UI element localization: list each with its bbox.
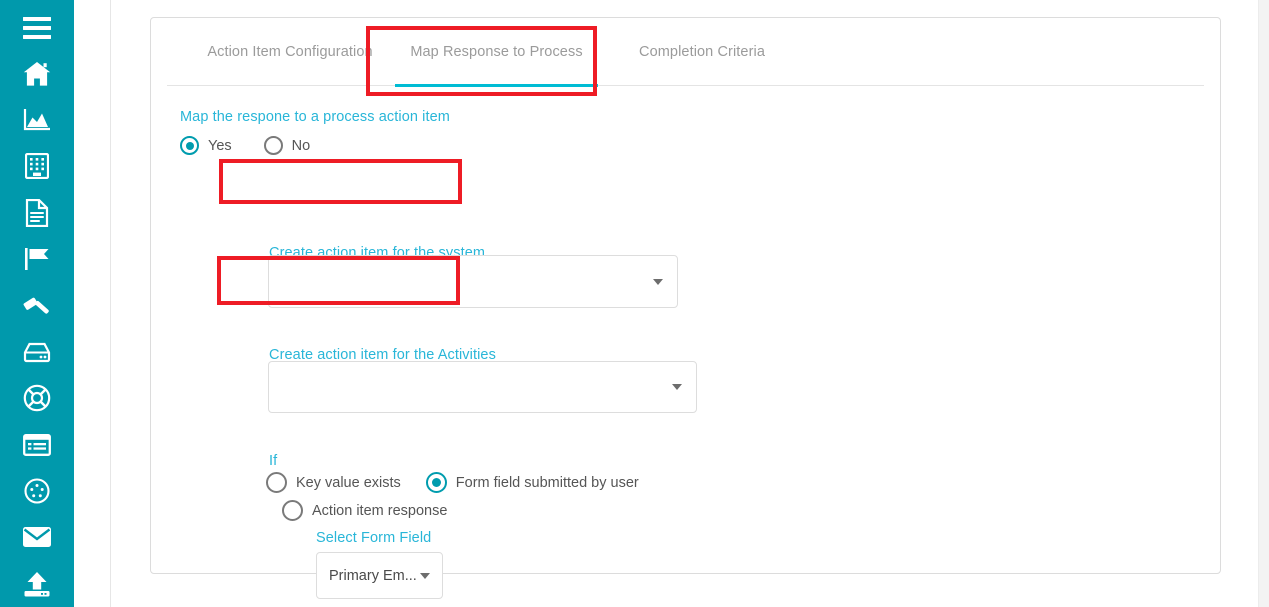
sidebar-item-home[interactable] <box>0 50 74 96</box>
home-icon <box>23 61 51 87</box>
list-panel-icon <box>23 433 51 456</box>
sidebar-item-navigator[interactable] <box>0 468 74 514</box>
tab-label: Map Response to Process <box>410 44 583 60</box>
radio-indicator-form-field-submitted-by-user <box>425 472 447 493</box>
condition-radio-group-row-2: Action item response <box>282 500 447 521</box>
chevron-down-icon <box>672 384 682 390</box>
radio-label-action-item-response: Action item response <box>312 502 448 519</box>
label-if: If <box>269 453 278 469</box>
compass-icon <box>24 478 50 504</box>
sidebar-item-flags[interactable] <box>0 236 74 282</box>
radio-indicator-no <box>263 136 283 155</box>
tab-label: Action Item Configuration <box>207 44 373 60</box>
radio-label-yes: Yes <box>208 137 232 154</box>
tab-completion-criteria[interactable]: Completion Criteria <box>612 18 792 86</box>
main-content: Action Item Configuration Map Response t… <box>111 0 1269 607</box>
radio-indicator-key-value-exists <box>266 472 287 493</box>
upload-icon <box>23 571 51 597</box>
select-action-item-for-the-activities[interactable] <box>268 361 697 413</box>
vertical-scrollbar[interactable] <box>1258 0 1269 607</box>
sidebar-item-lists[interactable] <box>0 421 74 467</box>
sidebar-item-analytics[interactable] <box>0 97 74 143</box>
settings-card: Action Item Configuration Map Response t… <box>150 17 1221 599</box>
radio-indicator-yes <box>180 136 199 155</box>
radio-label-key-value-exists: Key value exists <box>296 474 401 491</box>
app-root: Action Item Configuration Map Response t… <box>0 0 1269 607</box>
flag-icon <box>23 246 51 272</box>
condition-radio-group-row-1: Key value exists Form field submitted by… <box>266 472 639 493</box>
tab-label: Completion Criteria <box>639 44 765 60</box>
radio-option-form-field-submitted-by-user[interactable]: Form field submitted by user <box>425 472 639 493</box>
chevron-down-icon <box>653 278 663 285</box>
sidebar-item-support[interactable] <box>0 375 74 421</box>
sidebar-item-documents[interactable] <box>0 190 74 236</box>
sidebar <box>0 0 74 607</box>
sidebar-item-organization[interactable] <box>0 143 74 189</box>
tab-map-response-to-process[interactable]: Map Response to Process <box>389 18 604 87</box>
tab-action-item-configuration[interactable]: Action Item Configuration <box>179 18 401 86</box>
radio-label-no: No <box>291 137 311 154</box>
envelope-icon <box>22 526 52 548</box>
server-icon <box>23 341 51 363</box>
gavel-icon <box>23 293 51 319</box>
chart-area-icon <box>23 108 51 132</box>
sidebar-item-assets[interactable] <box>0 329 74 375</box>
radio-option-yes[interactable]: Yes <box>180 136 232 155</box>
radio-label-form-field-submitted-by-user: Form field submitted by user <box>455 474 639 491</box>
chevron-down-icon <box>420 572 430 579</box>
lifebuoy-icon <box>23 384 51 412</box>
radio-indicator-action-item-response <box>282 500 303 521</box>
select-value: Primary Em... <box>329 567 417 584</box>
document-icon <box>25 198 49 227</box>
radio-option-no[interactable]: No <box>263 136 311 155</box>
radio-option-action-item-response[interactable]: Action item response <box>282 500 447 521</box>
sidebar-item-menu[interactable] <box>0 6 74 50</box>
tab-bar: Action Item Configuration Map Response t… <box>167 18 1204 87</box>
select-action-item-for-the-system[interactable] <box>268 255 678 308</box>
sidebar-item-legal[interactable] <box>0 282 74 328</box>
sidebar-item-upload[interactable] <box>0 561 74 607</box>
hamburger-menu-icon <box>23 17 51 40</box>
radio-option-key-value-exists[interactable]: Key value exists <box>266 472 401 493</box>
sidebar-item-mail[interactable] <box>0 514 74 560</box>
building-icon <box>25 153 49 180</box>
map-response-radio-group: Yes No <box>180 136 310 155</box>
label-select-form-field: Select Form Field <box>316 530 432 546</box>
map-response-intro-label: Map the respone to a process action item <box>180 109 450 125</box>
select-form-field[interactable]: Primary Em... <box>316 552 443 599</box>
